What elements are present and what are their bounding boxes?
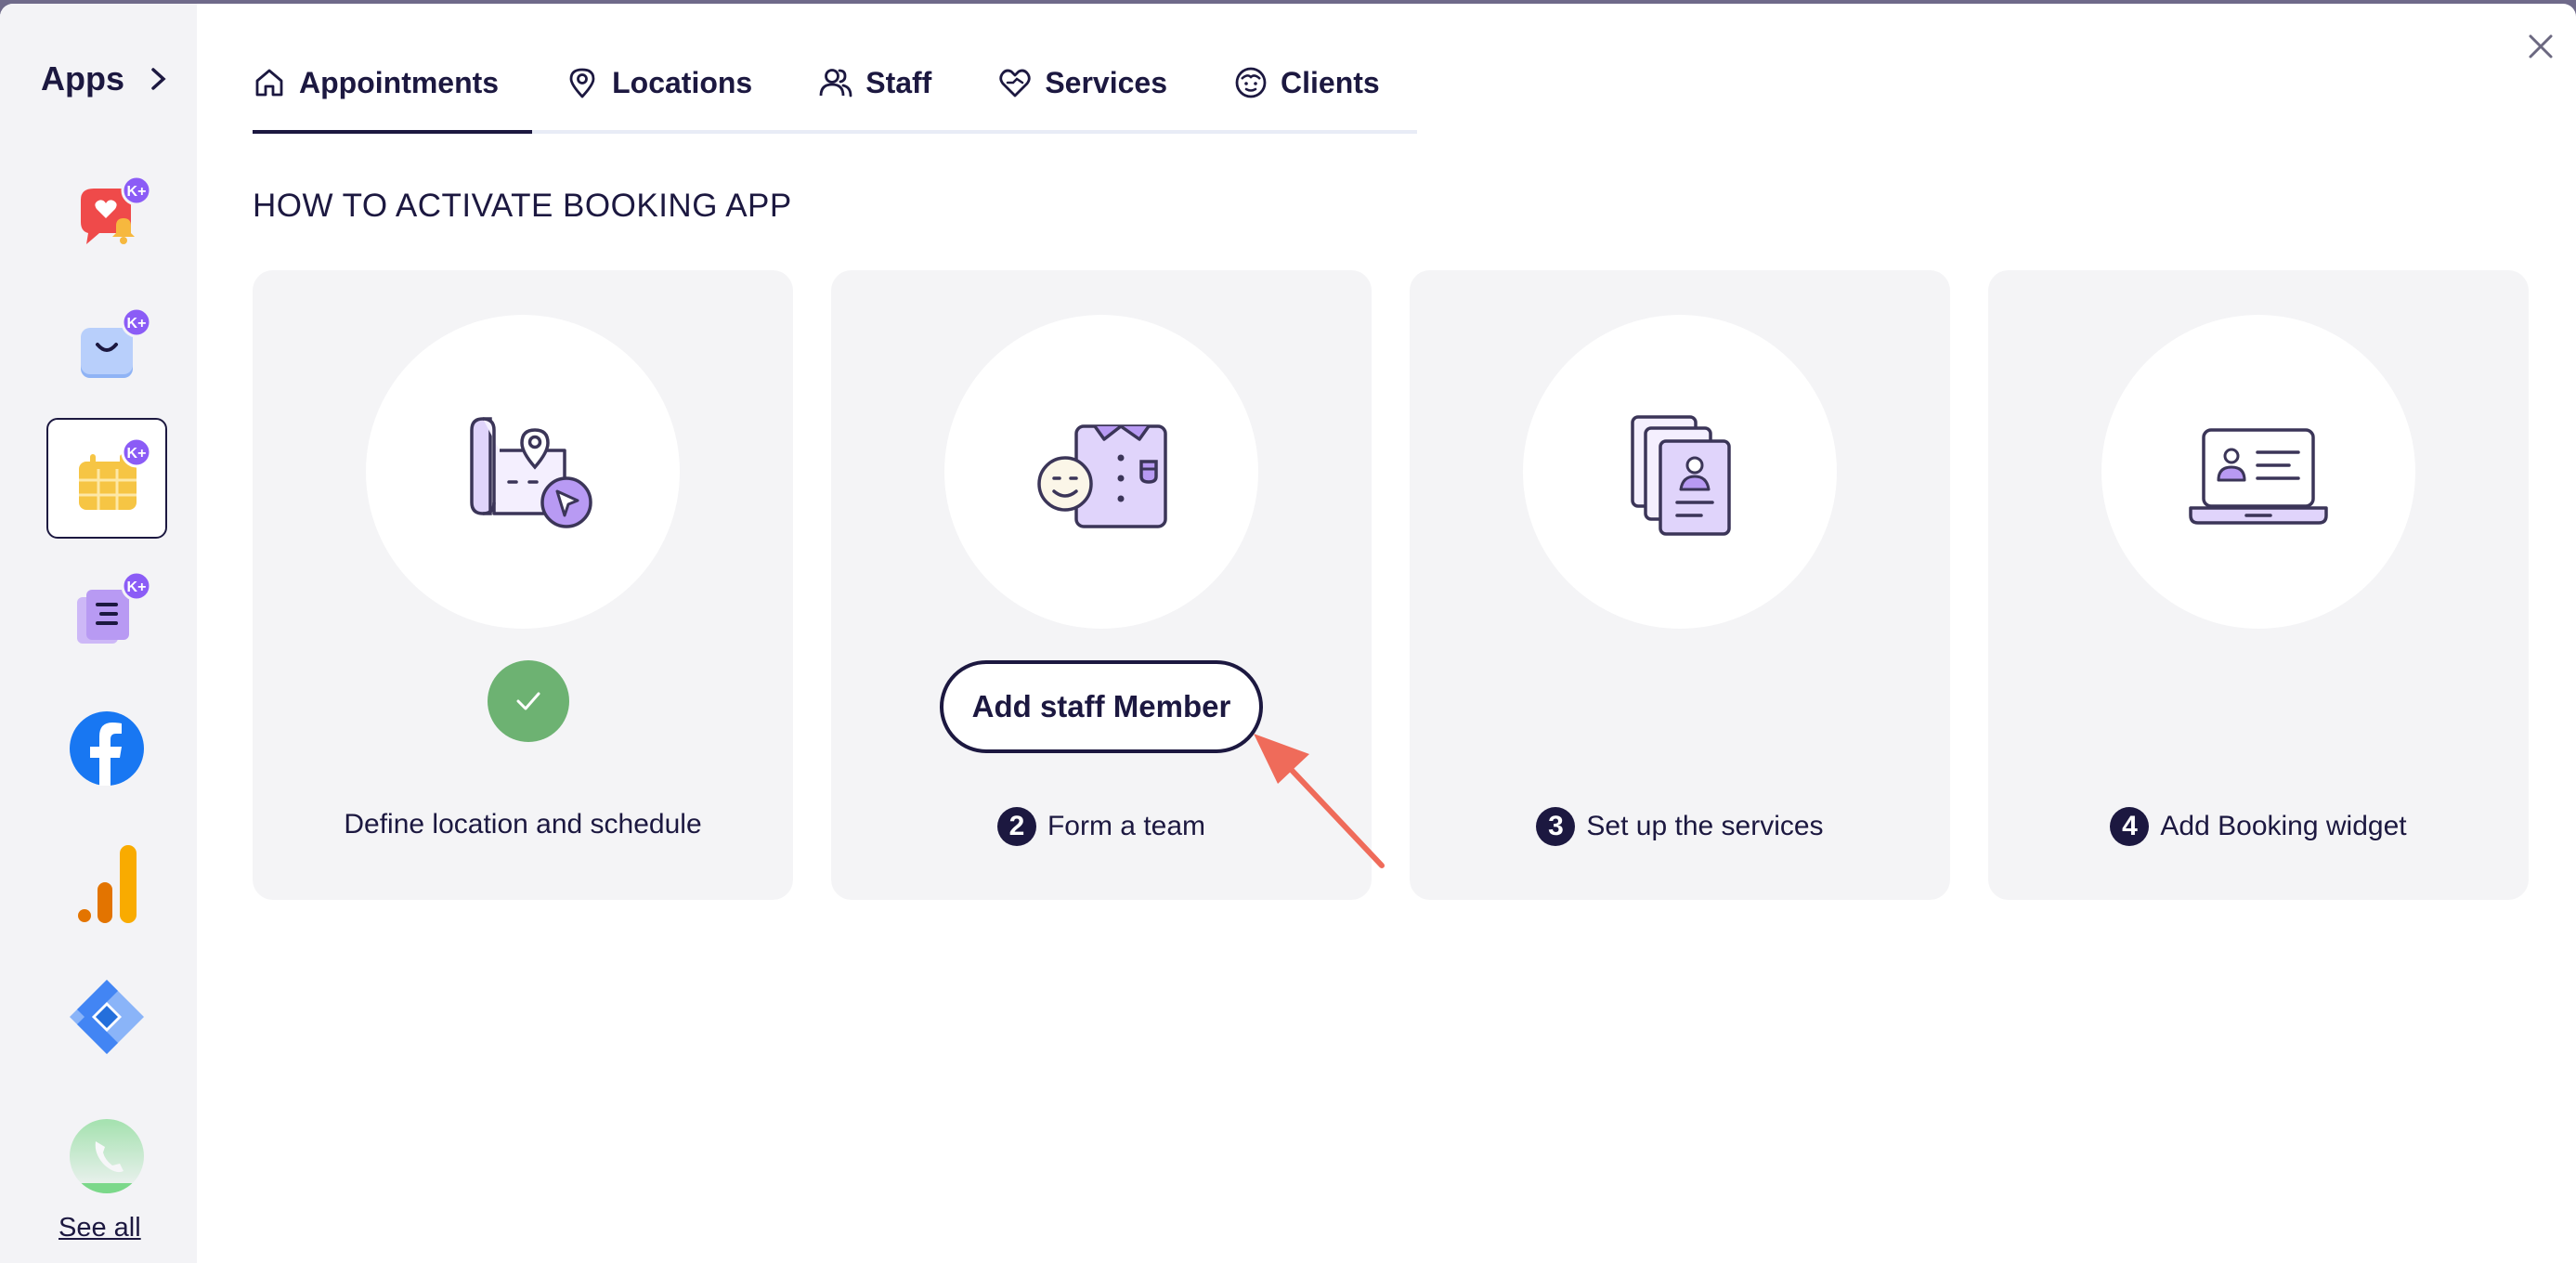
- illustration-circle: [366, 315, 680, 629]
- chevron-right-icon: [151, 68, 166, 90]
- tab-clients[interactable]: Clients: [1234, 59, 1380, 130]
- tab-label: Locations: [612, 65, 753, 99]
- step-label: 4 Add Booking widget: [1988, 807, 2529, 846]
- tab-label: Appointments: [299, 65, 500, 99]
- illustration-circle: [1523, 315, 1837, 629]
- users-icon: [819, 69, 852, 98]
- heart-hand-icon: [999, 69, 1031, 98]
- sidebar-app-heart-notification[interactable]: K+: [46, 156, 167, 277]
- tab-appointments[interactable]: Appointments: [253, 59, 533, 134]
- step-number-badge: 3: [1536, 807, 1576, 846]
- sidebar-app-facebook[interactable]: [46, 688, 167, 809]
- shopping-bag-app-icon: K+: [81, 306, 152, 378]
- illustration-circle: [944, 315, 1258, 629]
- step-card-services: 3 Set up the services: [1410, 270, 1950, 900]
- step-label-text: Form a team: [1047, 811, 1206, 841]
- step-label-text: Add Booking widget: [2160, 811, 2407, 841]
- step-label: Define location and schedule: [253, 809, 793, 840]
- sidebar-app-booking[interactable]: K+: [46, 418, 167, 539]
- add-staff-member-button[interactable]: Add staff Member: [940, 660, 1263, 753]
- apps-sidebar: Apps K+ K+ K+ K+ See all: [0, 4, 197, 1263]
- tab-label: Staff: [865, 65, 932, 99]
- sidebar-app-document[interactable]: K+: [46, 552, 167, 672]
- step-number-badge: 4: [2110, 807, 2150, 846]
- annotation-arrow-icon: [1254, 734, 1385, 868]
- tab-services[interactable]: Services: [998, 59, 1167, 130]
- svg-text:K+: K+: [127, 446, 147, 462]
- document-list-app-icon: K+: [77, 570, 152, 644]
- facebook-app-icon: [70, 711, 144, 786]
- close-icon[interactable]: [2522, 28, 2559, 65]
- location-pin-icon: [569, 68, 595, 98]
- apps-title: Apps: [41, 59, 124, 98]
- service-documents-illustration-icon: [1631, 415, 1731, 536]
- sidebar-fade: [0, 1081, 197, 1183]
- booking-calendar-app-icon: K+: [79, 436, 152, 510]
- sidebar-app-tag-manager[interactable]: [46, 957, 167, 1077]
- step-card-location: Define location and schedule: [253, 270, 793, 900]
- home-icon: [255, 69, 283, 97]
- svg-text:K+: K+: [127, 316, 147, 332]
- tab-staff[interactable]: Staff: [819, 59, 931, 130]
- heart-notification-app-icon: K+: [81, 175, 152, 244]
- step-number-badge: 2: [996, 807, 1036, 846]
- illustration-circle: [2101, 315, 2415, 629]
- smiley-face-icon: [1235, 67, 1267, 98]
- analytics-app-icon: [78, 845, 137, 923]
- completed-check-icon: [488, 660, 569, 742]
- laptop-widget-illustration-icon: [2189, 428, 2328, 525]
- tag-manager-app-icon: [70, 980, 144, 1054]
- map-location-illustration-icon: [470, 417, 592, 528]
- svg-text:K+: K+: [127, 579, 147, 595]
- booking-app-window: Apps K+ K+ K+ K+ See all Appointments Lo…: [0, 4, 2576, 1263]
- tab-label: Services: [1045, 65, 1167, 99]
- sidebar-app-analytics[interactable]: [46, 824, 167, 944]
- tab-label: Clients: [1281, 65, 1380, 99]
- see-all-link[interactable]: See all: [59, 1213, 141, 1243]
- step-card-widget: 4 Add Booking widget: [1988, 270, 2529, 900]
- step-label-text: Set up the services: [1586, 811, 1824, 841]
- tab-locations[interactable]: Locations: [566, 59, 752, 130]
- section-title: HOW TO ACTIVATE BOOKING APP: [253, 188, 792, 224]
- apps-header[interactable]: Apps: [41, 59, 169, 98]
- step-label-text: Define location and schedule: [344, 809, 702, 840]
- tab-bar: Appointments Locations Staff Services Cl…: [253, 59, 1417, 134]
- svg-text:K+: K+: [127, 184, 147, 200]
- staff-uniform-illustration-icon: [1037, 424, 1167, 528]
- sidebar-app-shopping-bag[interactable]: K+: [46, 288, 167, 409]
- step-label: 3 Set up the services: [1410, 807, 1950, 846]
